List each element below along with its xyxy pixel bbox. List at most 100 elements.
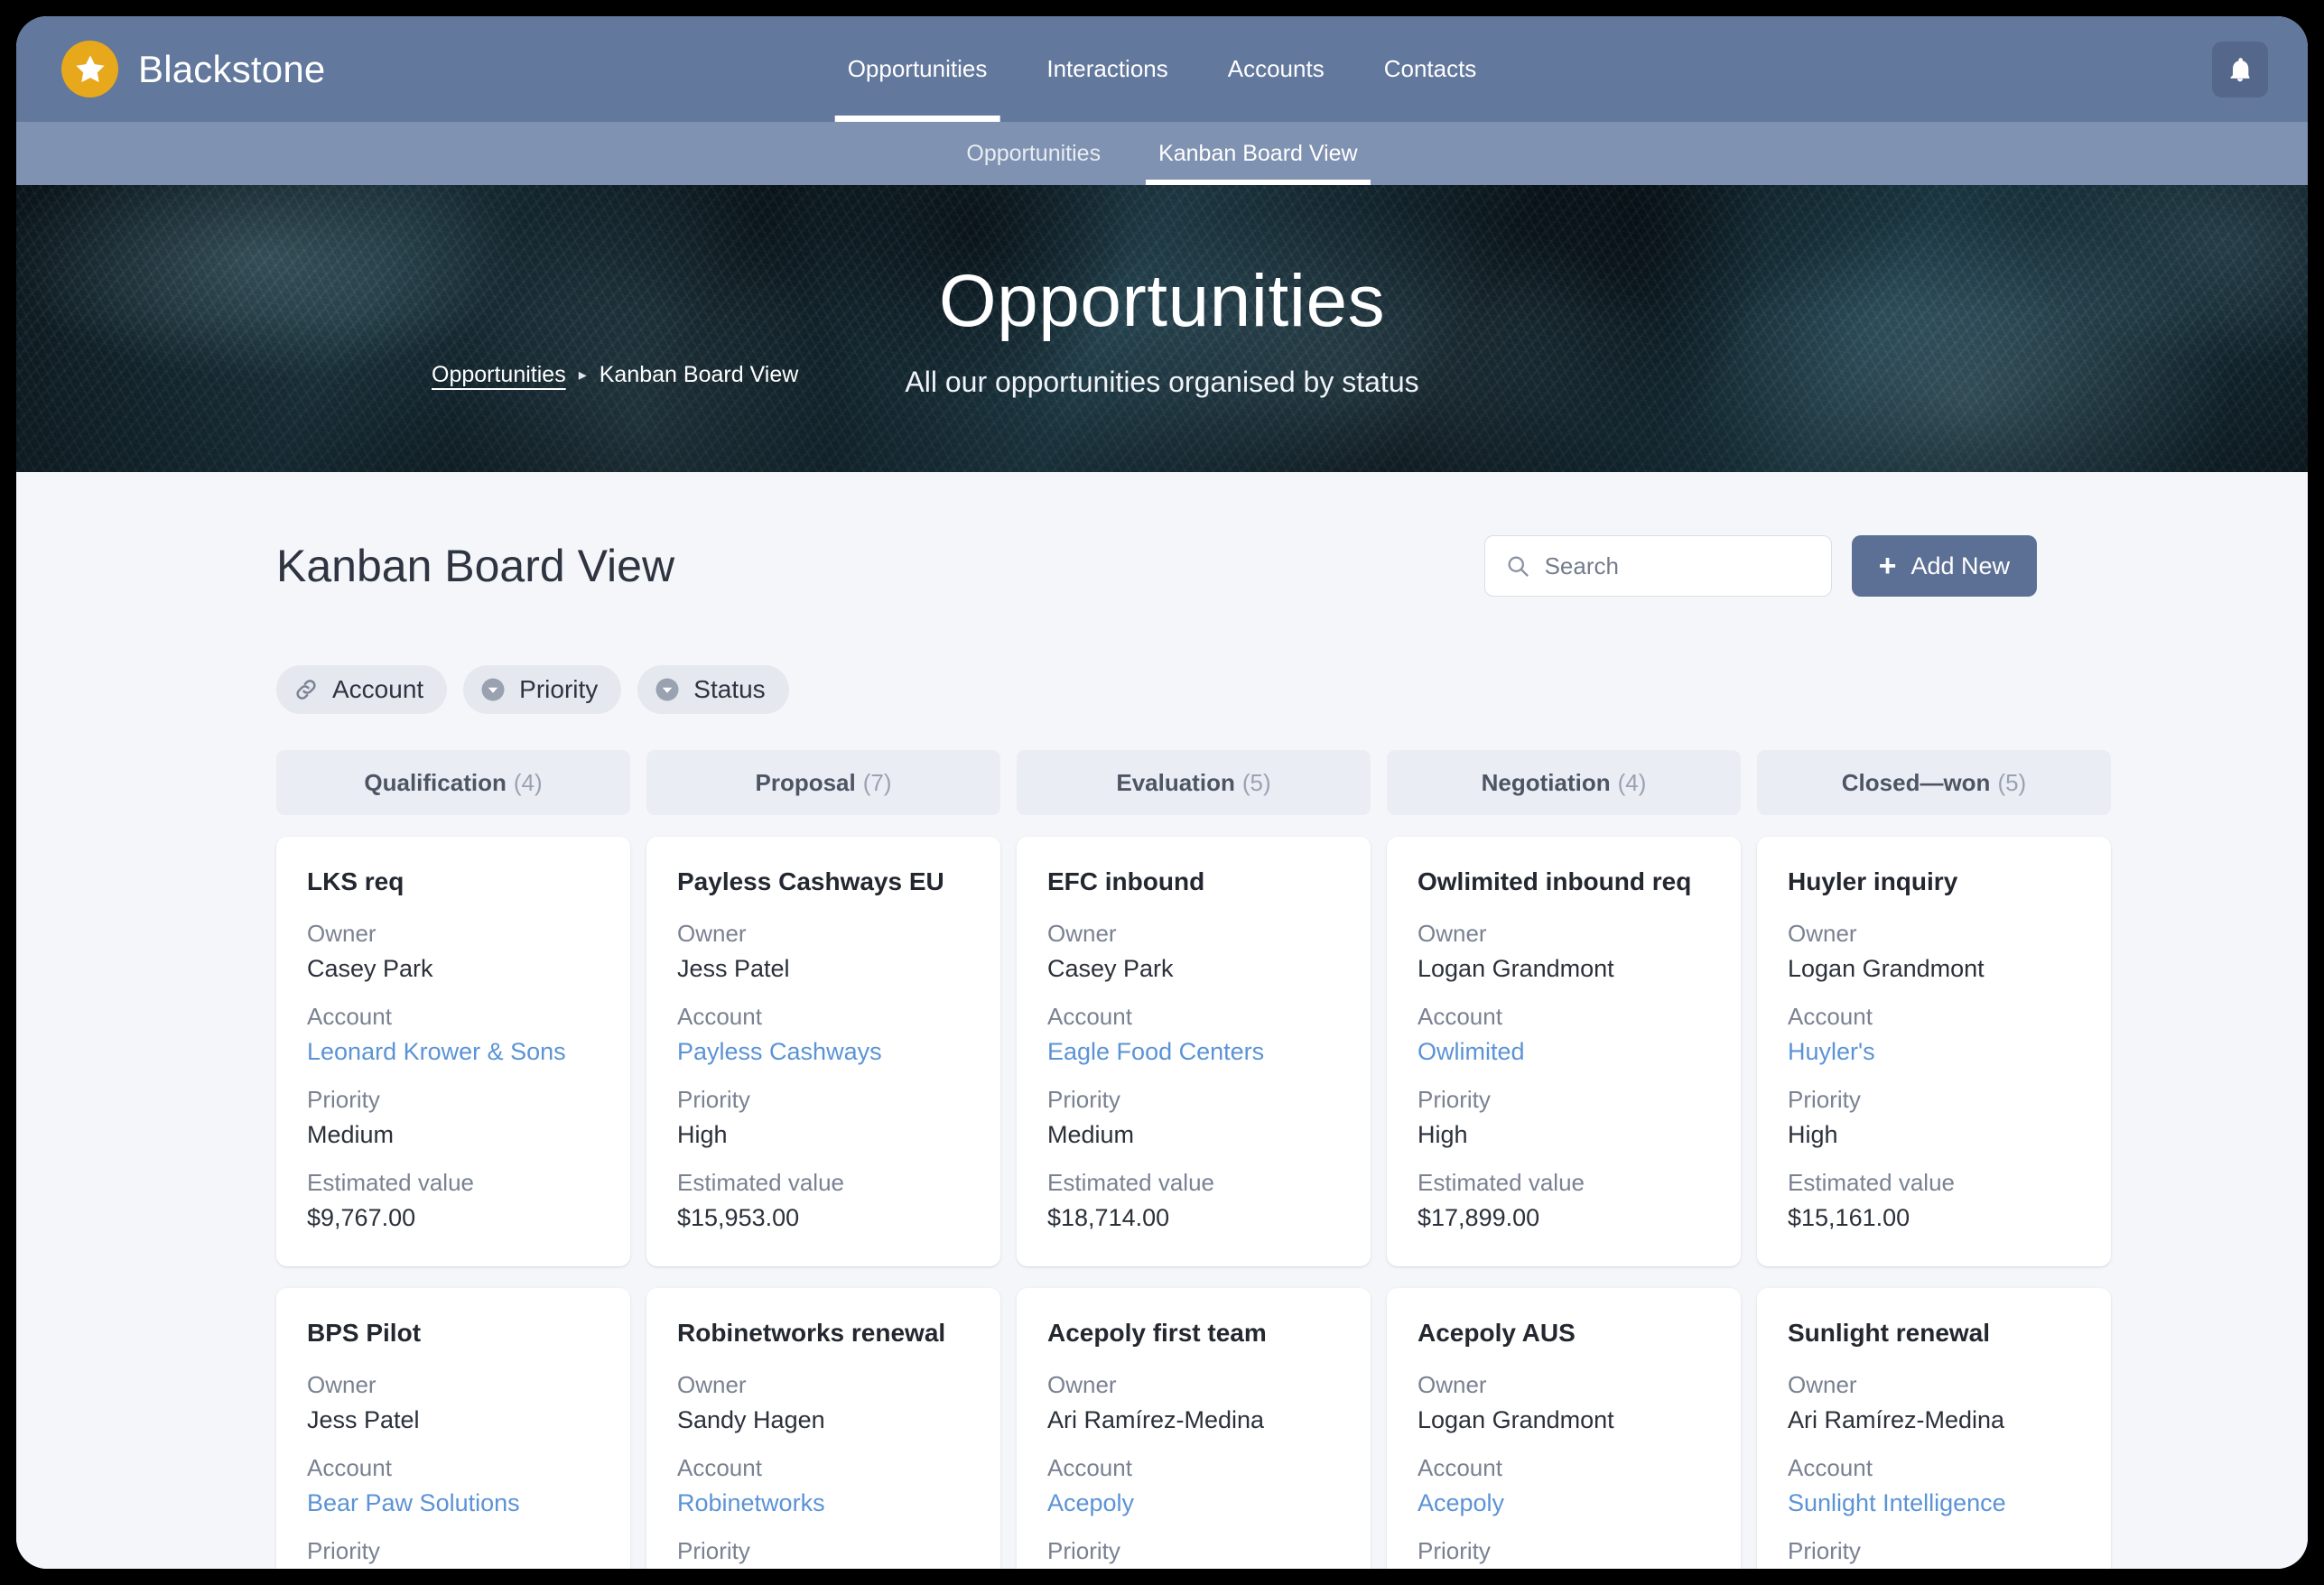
- field-label: Owner: [1418, 920, 1487, 947]
- field-label: Priority: [1047, 1537, 1120, 1564]
- card-field-account: Account Leonard Krower & Sons: [307, 1003, 600, 1066]
- column-header[interactable]: Closed—won (5): [1757, 750, 2111, 815]
- add-new-button[interactable]: + Add New: [1851, 535, 2037, 597]
- field-label: Owner: [307, 920, 376, 947]
- filter-chip-priority[interactable]: Priority: [463, 665, 622, 714]
- column-header[interactable]: Negotiation (4): [1387, 750, 1741, 815]
- account-link[interactable]: Payless Cashways: [677, 1038, 970, 1066]
- opportunity-card[interactable]: BPS Pilot Owner Jess Patel Account Bear …: [276, 1288, 630, 1569]
- card-field-priority: Priority Medium: [307, 1086, 600, 1149]
- search-input[interactable]: [1544, 552, 1811, 580]
- column-title: Negotiation: [1481, 768, 1611, 796]
- field-label: Estimated value: [1047, 1169, 1214, 1196]
- field-label: Priority: [677, 1537, 750, 1564]
- nav-item-opportunities[interactable]: Opportunities: [834, 16, 1000, 122]
- chevron-down-circle-icon: [655, 678, 679, 701]
- hero-title: Opportunities: [938, 259, 1386, 342]
- field-label: Estimated value: [1418, 1169, 1585, 1196]
- opportunity-card[interactable]: Acepoly first team Owner Ari Ramírez-Med…: [1017, 1288, 1371, 1569]
- account-link[interactable]: Eagle Food Centers: [1047, 1038, 1340, 1066]
- card-field-estimated-value: Estimated value $9,767.00: [307, 1169, 600, 1232]
- field-label: Owner: [677, 1371, 747, 1398]
- nav-item-interactions[interactable]: Interactions: [1034, 16, 1180, 122]
- opportunity-card[interactable]: Huyler inquiry Owner Logan Grandmont Acc…: [1757, 837, 2111, 1266]
- add-new-button-label: Add New: [1910, 552, 2010, 579]
- column-title: Evaluation: [1116, 768, 1235, 796]
- column-header[interactable]: Proposal (7): [646, 750, 1000, 815]
- subnav-item-kanban-board-view[interactable]: Kanban Board View: [1146, 122, 1371, 185]
- subnav-item-opportunities[interactable]: Opportunities: [953, 122, 1113, 185]
- filter-chip-status[interactable]: Status: [637, 665, 789, 714]
- account-link[interactable]: Leonard Krower & Sons: [307, 1038, 600, 1066]
- filter-chip-account[interactable]: Account: [276, 665, 448, 714]
- nav-item-contacts[interactable]: Contacts: [1371, 16, 1490, 122]
- card-field-priority: Priority Medium: [1047, 1086, 1340, 1149]
- opportunity-card[interactable]: Owlimited inbound req Owner Logan Grandm…: [1387, 837, 1741, 1266]
- field-value: Medium: [307, 1121, 395, 1148]
- field-label: Account: [1788, 1454, 1873, 1481]
- field-value: Logan Grandmont: [1418, 955, 1614, 982]
- card-field-account: Account Acepoly: [1047, 1454, 1340, 1517]
- search-icon: [1508, 556, 1529, 577]
- card-title: EFC inbound: [1047, 867, 1205, 895]
- card-field-account: Account Sunlight Intelligence: [1788, 1454, 2080, 1517]
- opportunity-card[interactable]: Sunlight renewal Owner Ari Ramírez-Medin…: [1757, 1288, 2111, 1569]
- opportunity-card[interactable]: Robinetworks renewal Owner Sandy Hagen A…: [646, 1288, 1000, 1569]
- card-field-account: Account Huyler's: [1788, 1003, 2080, 1066]
- filter-chips: Account Priority Status: [16, 597, 2308, 714]
- column-title: Proposal: [755, 768, 856, 796]
- field-value: Casey Park: [307, 955, 433, 982]
- nav-item-accounts[interactable]: Accounts: [1215, 16, 1337, 122]
- account-link[interactable]: Huyler's: [1788, 1038, 2080, 1066]
- card-field-account: Account Eagle Food Centers: [1047, 1003, 1340, 1066]
- account-link[interactable]: Robinetworks: [677, 1489, 970, 1517]
- card-field-priority: Priority Medium: [307, 1537, 600, 1569]
- field-label: Account: [307, 1003, 392, 1030]
- account-link[interactable]: Bear Paw Solutions: [307, 1489, 600, 1517]
- account-link[interactable]: Acepoly: [1047, 1489, 1340, 1517]
- card-field-priority: Priority High: [677, 1086, 970, 1149]
- card-field-priority: Priority High: [1418, 1086, 1710, 1149]
- account-link[interactable]: Owlimited: [1418, 1038, 1710, 1066]
- card-field-account: Account Acepoly: [1418, 1454, 1710, 1517]
- card-field-owner: Owner Casey Park: [1047, 920, 1340, 983]
- field-label: Account: [307, 1454, 392, 1481]
- field-label: Account: [677, 1003, 762, 1030]
- card-title: Acepoly AUS: [1418, 1319, 1576, 1347]
- card-field-owner: Owner Logan Grandmont: [1788, 920, 2080, 983]
- opportunity-card[interactable]: LKS req Owner Casey Park Account Leonard…: [276, 837, 630, 1266]
- filter-chip-account-label: Account: [332, 675, 424, 703]
- account-link[interactable]: Acepoly: [1418, 1489, 1710, 1517]
- field-value: Medium: [1047, 1121, 1135, 1148]
- card-field-account: Account Bear Paw Solutions: [307, 1454, 600, 1517]
- link-icon: [296, 680, 316, 700]
- card-field-priority: Priority Very high: [1418, 1537, 1710, 1569]
- field-label: Priority: [1418, 1086, 1491, 1113]
- column-header[interactable]: Evaluation (5): [1017, 750, 1371, 815]
- card-title: Huyler inquiry: [1788, 867, 1958, 895]
- column-count: (5): [1997, 768, 2027, 796]
- field-value: $9,767.00: [307, 1204, 416, 1231]
- opportunity-card[interactable]: EFC inbound Owner Casey Park Account Eag…: [1017, 837, 1371, 1266]
- field-value: Casey Park: [1047, 955, 1174, 982]
- column-count: (4): [513, 768, 543, 796]
- card-field-priority: Priority Very high: [1788, 1537, 2080, 1569]
- column-count: (5): [1241, 768, 1271, 796]
- account-link[interactable]: Sunlight Intelligence: [1788, 1489, 2080, 1517]
- opportunity-card[interactable]: Payless Cashways EU Owner Jess Patel Acc…: [646, 837, 1000, 1266]
- chevron-down-circle-icon: [481, 678, 505, 701]
- field-label: Account: [677, 1454, 762, 1481]
- notifications-button[interactable]: [2212, 42, 2268, 97]
- field-label: Account: [1047, 1003, 1132, 1030]
- card-title: Acepoly first team: [1047, 1319, 1267, 1347]
- brand-logo[interactable]: Blackstone: [61, 41, 325, 97]
- field-label: Owner: [677, 920, 747, 947]
- app-window: Blackstone Opportunities Interactions Ac…: [16, 16, 2308, 1569]
- field-value: $15,953.00: [677, 1204, 800, 1231]
- column-header[interactable]: Qualification (4): [276, 750, 630, 815]
- card-field-priority: Priority High: [1788, 1086, 2080, 1149]
- search-box[interactable]: [1483, 535, 1832, 597]
- kanban-column-evaluation: Evaluation (5) EFC inbound Owner Casey P…: [1017, 750, 1371, 1569]
- field-label: Priority: [1788, 1537, 1861, 1564]
- opportunity-card[interactable]: Acepoly AUS Owner Logan Grandmont Accoun…: [1387, 1288, 1741, 1569]
